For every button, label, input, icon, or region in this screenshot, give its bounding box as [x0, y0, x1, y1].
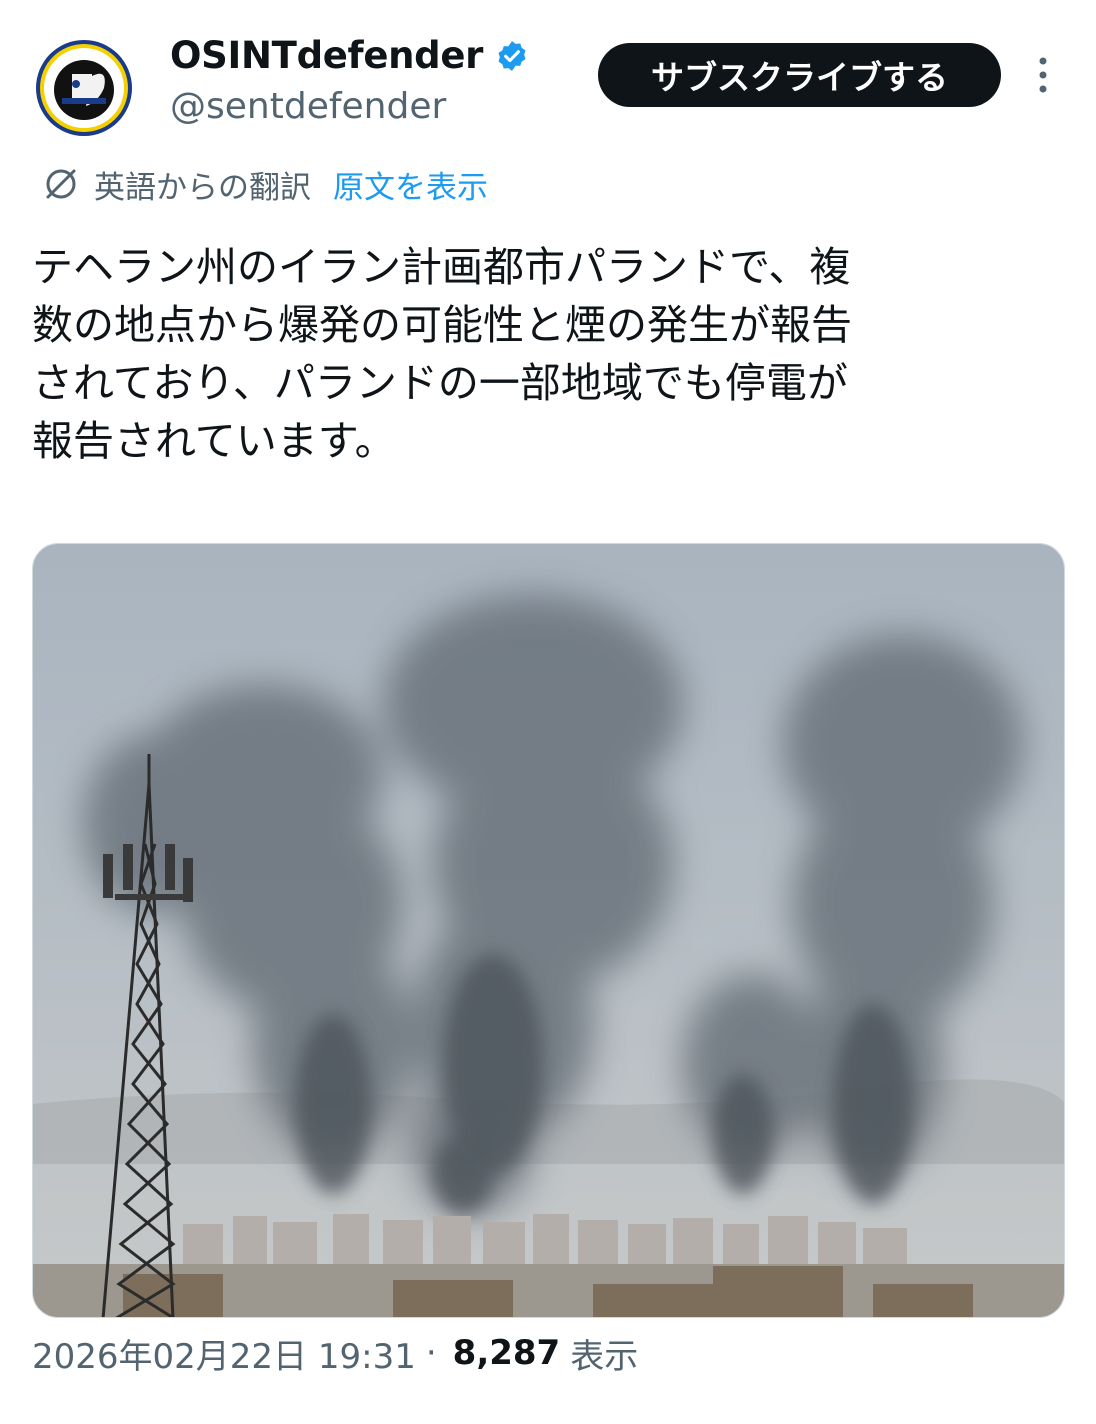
tweet-meta: 2026年02月22日 19:31 · 8,287 表示 — [32, 1328, 638, 1378]
tweet-media-photo[interactable] — [32, 543, 1065, 1318]
display-name[interactable]: OSINTdefender — [170, 34, 483, 77]
translate-icon — [46, 169, 76, 199]
subscribe-button[interactable]: サブスクライブする — [598, 43, 1001, 107]
translated-from-label: 英語からの翻訳 — [94, 169, 311, 206]
user-handle[interactable]: @sentdefender — [170, 86, 446, 127]
more-options-icon[interactable] — [1030, 54, 1056, 96]
smoke-plumes-photo-icon — [33, 544, 1064, 1317]
tweet-header: OSINTdefender @sentdefender サブスクライブする — [0, 0, 1096, 150]
name-row: OSINTdefender — [170, 34, 529, 77]
view-count-label: 表示 — [570, 1336, 639, 1377]
osint-defender-logo-icon — [32, 36, 136, 140]
view-count: 8,287 — [452, 1333, 561, 1373]
tweet-text: テヘラン州のイラン計画都市パランドで、複 数の地点から爆発の可能性と煙の発生が報… — [32, 243, 852, 465]
show-original-link[interactable]: 原文を表示 — [333, 162, 488, 207]
timestamp[interactable]: 2026年02月22日 19:31 — [32, 1329, 416, 1378]
translation-row: 英語からの翻訳 原文を表示 — [40, 159, 488, 209]
avatar[interactable] — [32, 36, 136, 140]
separator-dot: · — [425, 1333, 437, 1373]
verified-badge-icon — [498, 40, 526, 71]
